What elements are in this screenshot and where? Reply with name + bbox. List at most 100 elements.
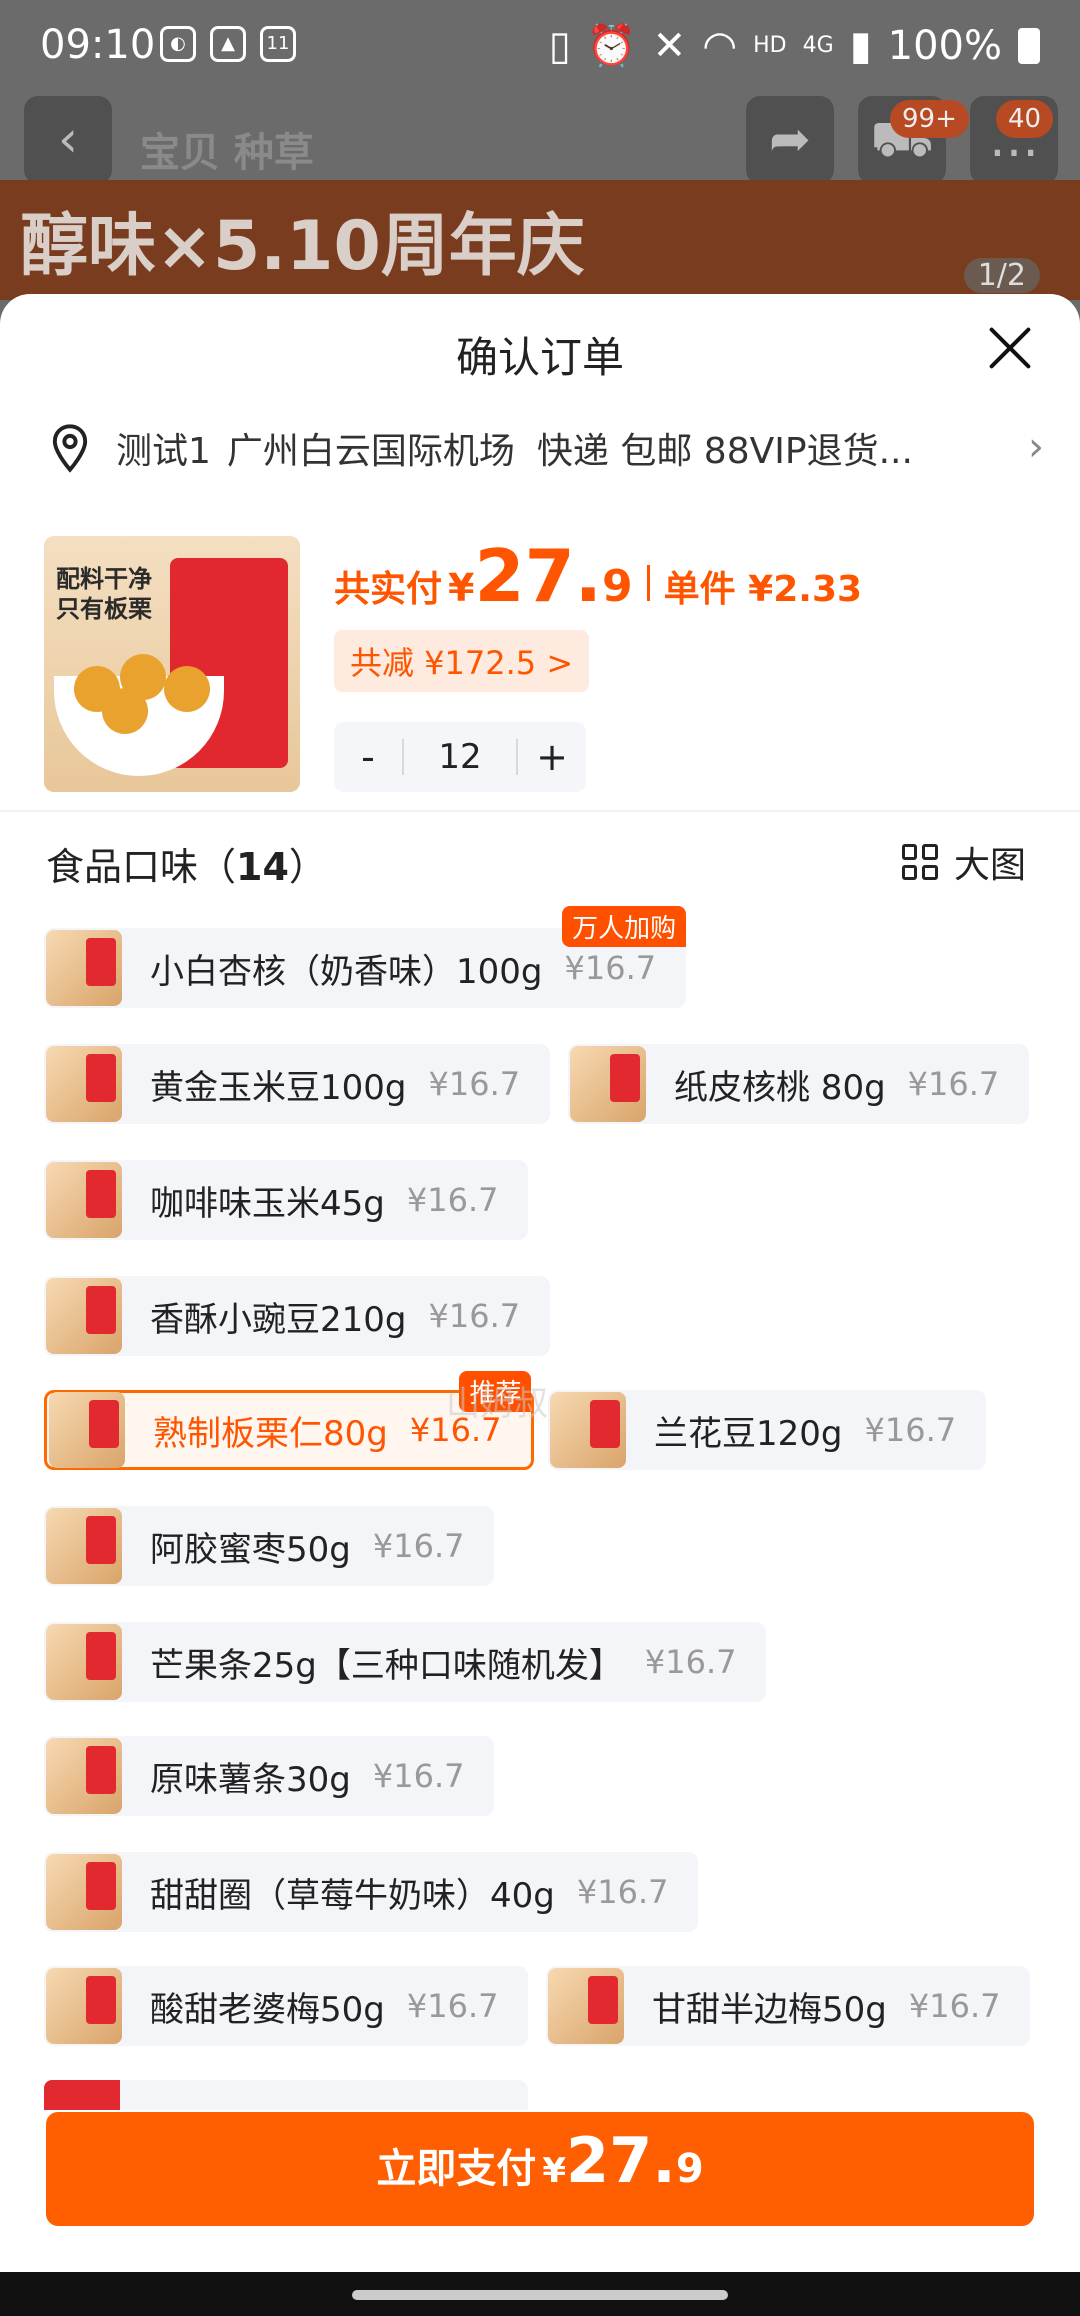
option-chip[interactable]: 咖啡味玉米45g ¥16.7 [44, 1160, 529, 1240]
option-chip[interactable]: 兰花豆120g ¥16.7 [548, 1390, 987, 1470]
total-price-currency: ¥ [448, 566, 475, 610]
option-price: ¥16.7 [644, 1643, 737, 1681]
option-thumbnail [46, 1624, 122, 1700]
background-banner: 醇味×5.10周年庆 1/2 [0, 180, 1080, 300]
big-view-toggle[interactable]: 大图 [901, 836, 1026, 888]
option-thumbnail [46, 1162, 122, 1238]
grid-icon [901, 844, 938, 880]
divider [0, 810, 1080, 812]
banner-page-indicator: 1/2 [963, 258, 1040, 293]
option-price: ¥16.7 [428, 1297, 521, 1335]
close-icon[interactable] [980, 318, 1040, 378]
app-notification-icon: ◐ [160, 26, 196, 62]
option-chip-partial[interactable] [44, 2080, 528, 2110]
option-price: ¥16.7 [864, 1411, 957, 1449]
option-name: 兰花豆120g [654, 1413, 843, 1454]
pay-decimal: 9 [675, 2146, 704, 2192]
option-thumbnail [46, 1854, 122, 1930]
chestnut [164, 666, 210, 712]
option-name: 芒果条25g【三种口味随机发】 [150, 1645, 623, 1686]
product-image[interactable]: 配料干净 只有板栗 [44, 536, 300, 792]
unit-price: 单件 ¥2.33 [663, 569, 863, 610]
option-chip[interactable]: 芒果条25g【三种口味随机发】 ¥16.7 [44, 1622, 767, 1702]
mute-icon: ✕ [652, 22, 687, 69]
option-thumbnail [46, 1508, 122, 1584]
option-thumbnail [46, 1738, 122, 1814]
option-chip[interactable]: 甘甜半边梅50g ¥16.7 [546, 1966, 1031, 2046]
price-separator [646, 565, 650, 601]
home-indicator[interactable] [352, 2290, 728, 2300]
pay-now-button[interactable]: 立即支付 ¥ 27. 9 [46, 2112, 1034, 2226]
option-chip[interactable]: 酸甜老婆梅50g ¥16.7 [44, 1966, 529, 2046]
option-name: 小白杏核（奶香味）100g [150, 951, 543, 992]
quantity-stepper: - 12 + [334, 722, 586, 792]
option-name: 阿胶蜜枣50g [150, 1529, 351, 1570]
total-price: 共实付 ¥ 27. 9 单件 ¥2.33 [334, 534, 862, 618]
option-name: 熟制板栗仁80g [153, 1413, 388, 1454]
share-icon: ➦ [746, 96, 834, 184]
delivery-info: 快递 包邮 88VIP退货... [536, 431, 913, 472]
pay-label: 立即支付 [376, 2146, 537, 2192]
option-thumbnail [46, 1968, 122, 2044]
option-thumbnail [49, 1392, 125, 1468]
option-price: ¥16.7 [907, 1065, 1000, 1103]
location-pin-icon [52, 424, 88, 473]
option-thumbnail [46, 1046, 122, 1122]
option-chip[interactable]: 香酥小豌豆210g ¥16.7 [44, 1276, 551, 1356]
signal-icon: ▮ [849, 22, 872, 69]
discount-badge[interactable]: 共减 ¥172.5 > [334, 630, 590, 692]
option-price: ¥16.7 [372, 1757, 465, 1795]
option-price: ¥16.7 [372, 1527, 465, 1565]
gallery-notification-icon: ▲ [210, 26, 246, 62]
option-name: 酸甜老婆梅50g [150, 1989, 385, 2030]
total-price-label: 共实付 [334, 569, 443, 610]
product-image-text: 配料干净 只有板栗 [56, 565, 152, 623]
option-thumbnail [570, 1046, 646, 1122]
watermark: 山姆叔 [446, 1384, 548, 1424]
option-chip[interactable]: 黄金玉米豆100g ¥16.7 [44, 1044, 551, 1124]
flavor-count: 14 [236, 845, 289, 889]
option-thumbnail [548, 1968, 624, 2044]
decrease-button[interactable]: - [334, 735, 402, 779]
back-icon: ‹ [24, 96, 112, 184]
battery-percent: 100% [887, 22, 1002, 69]
message-badge: 40 [996, 100, 1054, 138]
option-chip[interactable]: 阿胶蜜枣50g ¥16.7 [44, 1506, 495, 1586]
banner-text: 醇味×5.10周年庆 [20, 207, 585, 286]
flavor-title-prefix: 食品口味（ [46, 845, 237, 889]
wifi-icon: ◠ [702, 22, 738, 69]
option-price: ¥16.7 [576, 1873, 669, 1911]
pay-integer: 27. [565, 2124, 676, 2197]
pay-currency: ¥ [542, 2151, 566, 2191]
big-view-label: 大图 [953, 845, 1026, 886]
total-price-integer: 27. [474, 534, 603, 618]
address-row[interactable]: 测试1 广州白云国际机场 快递 包邮 88VIP退货... › [44, 418, 1044, 478]
option-chip[interactable]: 原味薯条30g ¥16.7 [44, 1736, 495, 1816]
option-tag: 万人加购 [562, 906, 687, 947]
option-price: ¥16.7 [406, 1987, 499, 2025]
option-price: ¥16.7 [564, 949, 657, 987]
option-thumbnail [46, 1278, 122, 1354]
system-icons: ▯ ⏰ ✕ ◠ HD 4G ▮ 100% [549, 22, 1040, 69]
option-thumbnail [550, 1392, 626, 1468]
battery-icon [1018, 27, 1040, 64]
clipboard-icon: ▯ [548, 22, 571, 69]
option-chip[interactable]: 甜甜圈（草莓牛奶味）40g ¥16.7 [44, 1852, 699, 1932]
quantity-value[interactable]: 12 [402, 739, 518, 775]
system-nav-bar [0, 2272, 1080, 2316]
option-name: 纸皮核桃 80g [674, 1067, 886, 1108]
option-price: ¥16.7 [428, 1065, 521, 1103]
address-name: 测试1 [116, 431, 211, 472]
flavor-section-title: 食品口味（14） [46, 836, 327, 891]
hd-label: HD [753, 33, 787, 58]
alarm-icon: ⏰ [586, 23, 637, 69]
cart-badge: 99+ [890, 100, 969, 138]
option-chip[interactable]: 小白杏核（奶香味）100g ¥16.7 万人加购 [44, 906, 687, 1008]
option-price: ¥16.7 [406, 1181, 499, 1219]
increase-button[interactable]: + [518, 735, 586, 779]
option-name: 香酥小豌豆210g [150, 1299, 407, 1340]
option-thumbnail [46, 930, 122, 1006]
option-chip[interactable]: 纸皮核桃 80g ¥16.7 [568, 1044, 1030, 1124]
sheet-title: 确认订单 [455, 333, 624, 382]
option-name: 咖啡味玉米45g [150, 1183, 385, 1224]
